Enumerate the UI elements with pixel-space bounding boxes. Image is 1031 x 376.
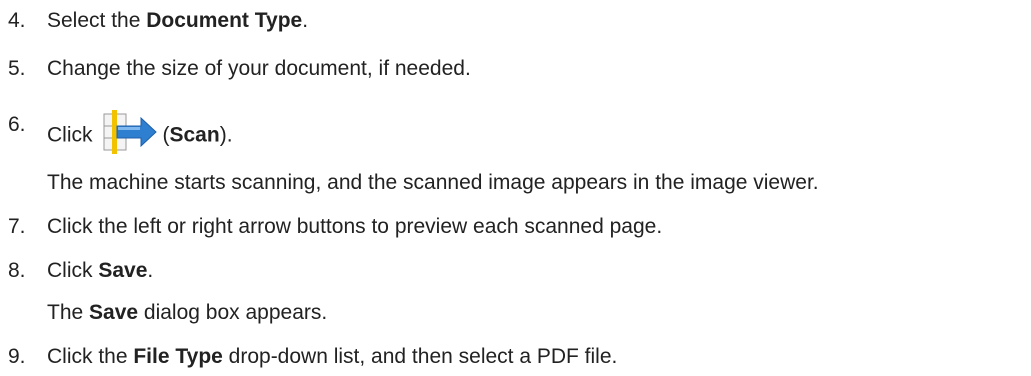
step-number: 4.: [8, 9, 26, 32]
ui-term: Scan: [169, 123, 220, 147]
step-number: 9.: [8, 345, 26, 368]
ui-term: Save: [89, 301, 139, 324]
step-text: Click the left or right arrow buttons to…: [47, 215, 663, 238]
step-number: 6.: [8, 113, 26, 136]
ui-term: Document Type: [146, 9, 303, 32]
step-number: 5.: [8, 57, 26, 80]
step-number: 7.: [8, 215, 26, 238]
step-text: Select the Document Type.: [47, 9, 309, 32]
step-text: Click Save.: [47, 259, 154, 282]
ui-term: Save: [98, 259, 148, 282]
step-text: Click (Scan).: [47, 110, 233, 160]
step-text: Click the File Type drop-down list, and …: [47, 345, 618, 368]
scan-icon: [101, 108, 159, 156]
step-number: 8.: [8, 259, 26, 282]
step-6-note: The machine starts scanning, and the sca…: [47, 171, 819, 194]
step-8-note: The Save dialog box appears.: [47, 301, 328, 324]
step-text: Change the size of your document, if nee…: [47, 57, 471, 80]
ui-term: File Type: [133, 345, 223, 368]
